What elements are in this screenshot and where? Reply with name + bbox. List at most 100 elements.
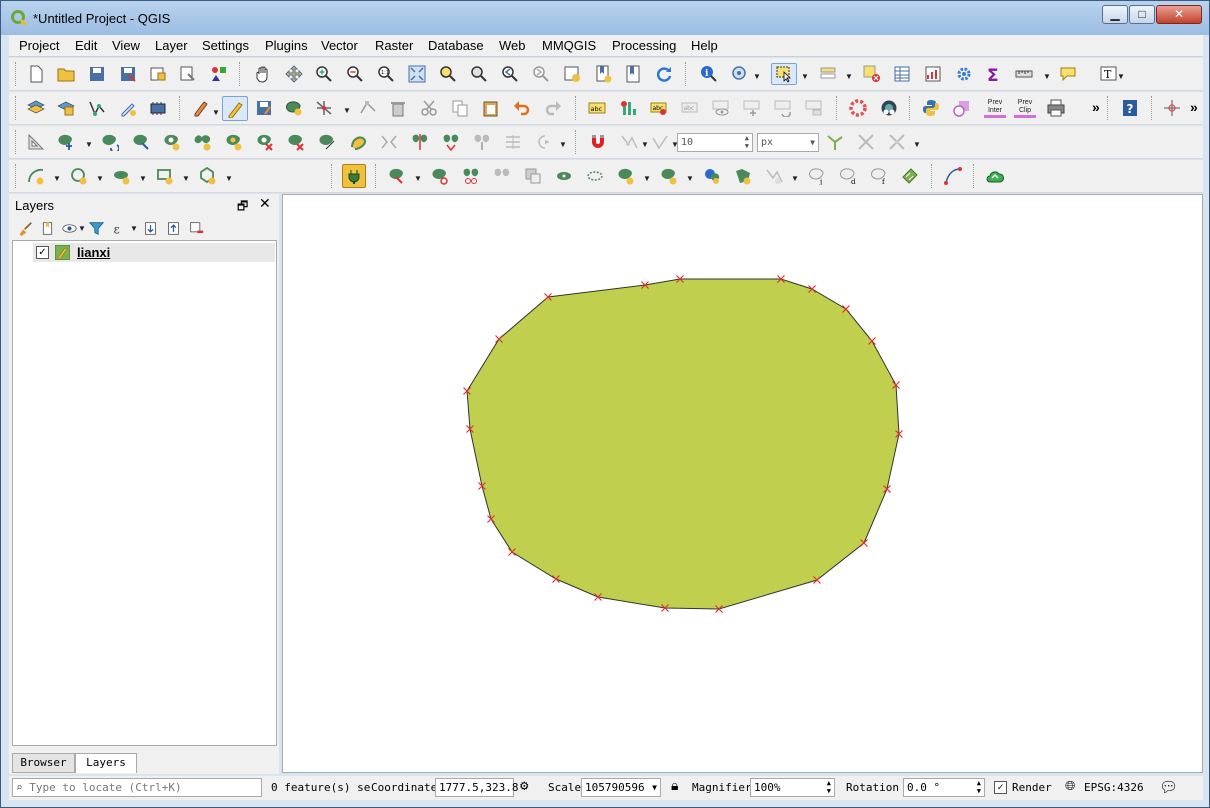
minimize-button[interactable]: ▁ bbox=[1102, 5, 1128, 24]
chevron-down-icon[interactable]: ▼ bbox=[53, 174, 61, 183]
magnifier-spinbox[interactable]: 100% ▲ ▼ bbox=[750, 778, 835, 797]
topological-editing-button[interactable] bbox=[824, 131, 846, 153]
menu-web[interactable]: Web bbox=[499, 38, 526, 53]
digitize-vertex-button[interactable] bbox=[86, 97, 108, 119]
split-multipart-button[interactable] bbox=[386, 165, 408, 187]
offset-curve-button[interactable] bbox=[347, 131, 369, 153]
new-bookmark-button[interactable] bbox=[592, 63, 614, 85]
new-shapefile-button[interactable] bbox=[117, 97, 139, 119]
toolbar-overflow-button[interactable]: » bbox=[1092, 99, 1100, 115]
change-label-button[interactable] bbox=[803, 97, 825, 119]
zoom-actual-size-button[interactable]: 1:1 bbox=[375, 63, 397, 85]
stack-features-button[interactable] bbox=[899, 165, 921, 187]
chevron-down-icon[interactable]: ▼ bbox=[343, 106, 351, 115]
expand-all-button[interactable] bbox=[140, 218, 160, 238]
copy-features-button[interactable] bbox=[449, 97, 471, 119]
chevron-down-icon[interactable]: ▼ bbox=[78, 224, 86, 233]
advanced-digitize-button[interactable] bbox=[25, 131, 47, 153]
zoom-to-layer-button[interactable] bbox=[468, 63, 490, 85]
filter-legend-button[interactable] bbox=[86, 218, 106, 238]
avoid-intersections-button[interactable] bbox=[855, 131, 877, 153]
pan-map-button[interactable] bbox=[252, 63, 274, 85]
refresh-button[interactable] bbox=[653, 63, 675, 85]
deselect-all-button[interactable] bbox=[861, 63, 883, 85]
new-project-button[interactable] bbox=[25, 63, 47, 85]
prev-inter-button[interactable]: Prev Inter bbox=[982, 95, 1008, 121]
paste-features-button[interactable] bbox=[480, 97, 502, 119]
field-calculator-button[interactable] bbox=[922, 63, 944, 85]
select-by-expression-button[interactable] bbox=[817, 63, 839, 85]
layer-item-lianxi[interactable]: ✓ lianxi bbox=[33, 243, 275, 262]
add-ring-button[interactable] bbox=[161, 131, 183, 153]
polygon-feature[interactable] bbox=[466, 278, 900, 610]
snap-unit-select[interactable]: px ▼ bbox=[757, 133, 819, 152]
menu-database[interactable]: Database bbox=[428, 38, 484, 53]
chevron-down-icon[interactable]: ▼ bbox=[139, 174, 147, 183]
feature-f-button[interactable]: f bbox=[868, 165, 890, 187]
globe-icon[interactable]: 🌐︎ bbox=[1065, 779, 1075, 794]
chevron-down-icon[interactable]: ▼ bbox=[801, 72, 809, 81]
add-feature-button[interactable] bbox=[283, 97, 305, 119]
split-polygon-button[interactable] bbox=[460, 165, 482, 187]
pin-labels-button[interactable]: abc bbox=[679, 97, 701, 119]
add-part-button[interactable] bbox=[192, 131, 214, 153]
zoom-out-button[interactable] bbox=[344, 63, 366, 85]
reduce-vertices-button[interactable] bbox=[763, 165, 785, 187]
chevron-down-icon[interactable]: ▼ bbox=[686, 174, 694, 183]
undo-button[interactable] bbox=[511, 97, 533, 119]
new-print-composer-button[interactable] bbox=[147, 63, 169, 85]
help-button[interactable]: ? bbox=[1119, 97, 1141, 119]
manage-visibility-button[interactable] bbox=[59, 218, 79, 238]
render-checkbox[interactable]: ✓ bbox=[994, 781, 1007, 794]
map-tips-button[interactable] bbox=[1057, 63, 1079, 85]
chevron-down-icon[interactable]: ▼ bbox=[753, 72, 761, 81]
add-raster-layer-button[interactable] bbox=[55, 97, 77, 119]
feature-d-button[interactable]: d bbox=[837, 165, 859, 187]
menu-raster[interactable]: Raster bbox=[375, 38, 413, 53]
zoom-to-selection-button[interactable] bbox=[437, 63, 459, 85]
chevron-down-icon[interactable]: ▼ bbox=[643, 174, 651, 183]
move-feature-tool-button[interactable] bbox=[55, 131, 77, 153]
print-button[interactable] bbox=[1045, 97, 1067, 119]
style-manager-button[interactable] bbox=[208, 63, 230, 85]
fill-ring-button[interactable] bbox=[223, 131, 245, 153]
processing-toolbox-button[interactable] bbox=[953, 63, 975, 85]
toolbar-overflow-button-2[interactable]: » bbox=[1190, 99, 1198, 115]
menu-mmqgis[interactable]: MMQGIS bbox=[542, 38, 596, 53]
menu-plugins[interactable]: Plugins bbox=[265, 38, 308, 53]
zoom-full-button[interactable] bbox=[406, 63, 428, 85]
plugin-globe-button[interactable] bbox=[878, 97, 900, 119]
new-map-view-button[interactable] bbox=[561, 63, 583, 85]
offset-point-symbols-button[interactable] bbox=[533, 131, 555, 153]
rotate-feature-button[interactable] bbox=[99, 131, 121, 153]
chevron-down-icon[interactable]: ▼ bbox=[1043, 72, 1051, 81]
tab-browser[interactable]: Browser bbox=[12, 753, 75, 773]
merge-features-button[interactable] bbox=[440, 131, 462, 153]
shape-outline-button[interactable] bbox=[553, 165, 575, 187]
move-feature-button[interactable] bbox=[313, 97, 335, 119]
trace-polygon-button[interactable] bbox=[491, 165, 513, 187]
highlight-pinned-labels-button[interactable]: abc bbox=[648, 97, 670, 119]
menu-help[interactable]: Help bbox=[691, 38, 718, 53]
composer-manager-button[interactable] bbox=[177, 63, 199, 85]
menu-processing[interactable]: Processing bbox=[612, 38, 676, 53]
menu-edit[interactable]: Edit bbox=[75, 38, 97, 53]
move-label-button[interactable] bbox=[741, 97, 763, 119]
layer-tree[interactable]: ✓ lianxi bbox=[12, 240, 277, 746]
lock-icon[interactable]: 🔒︎ bbox=[671, 778, 678, 794]
add-point-button[interactable] bbox=[658, 165, 680, 187]
rotate-point-symbols-button[interactable] bbox=[502, 131, 524, 153]
delete-part-button[interactable] bbox=[285, 131, 307, 153]
simplify-feature-button[interactable] bbox=[130, 131, 152, 153]
delete-ring-button[interactable] bbox=[254, 131, 276, 153]
chevron-down-icon[interactable]: ▼ bbox=[641, 140, 649, 149]
redo-button[interactable] bbox=[542, 97, 564, 119]
chevron-down-icon[interactable]: ▼ bbox=[225, 174, 233, 183]
tab-layers[interactable]: Layers bbox=[75, 753, 137, 773]
locate-search-input[interactable]: ⌕ Type to locate (Ctrl+K) bbox=[12, 778, 262, 797]
coordinate-field[interactable]: 1777.5,323.8 bbox=[435, 778, 518, 797]
menu-project[interactable]: Project bbox=[19, 38, 59, 53]
chevron-down-icon[interactable]: ▼ bbox=[791, 174, 799, 183]
attribute-table-button[interactable] bbox=[891, 63, 913, 85]
add-vector-layer-button[interactable] bbox=[25, 97, 47, 119]
